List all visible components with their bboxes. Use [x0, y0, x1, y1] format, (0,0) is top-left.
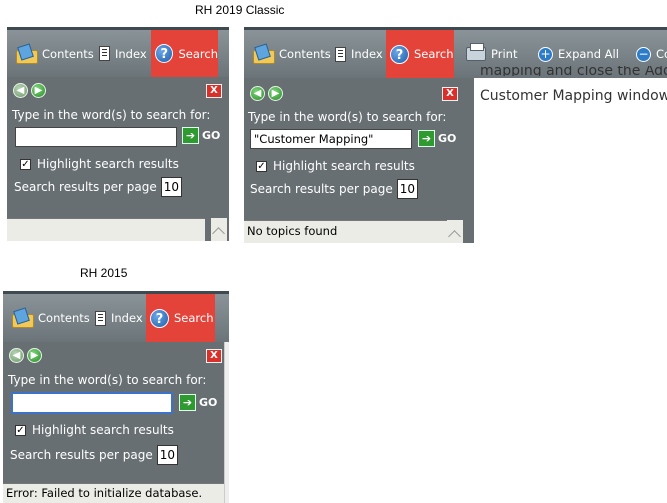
- collapse-all-label: Co: [656, 47, 667, 61]
- go-arrow-icon: ➔: [418, 130, 435, 147]
- tab-contents-label: Contents: [279, 47, 331, 61]
- search-input[interactable]: [15, 127, 177, 147]
- tab-contents[interactable]: Contents: [7, 294, 94, 342]
- print-label: Print: [491, 47, 518, 61]
- plus-circle-icon: +: [538, 46, 553, 62]
- search-prompt: Type in the word(s) to search for:: [12, 108, 211, 122]
- per-page-input[interactable]: 10: [396, 179, 419, 199]
- tab-search[interactable]: ? Search: [146, 294, 215, 342]
- close-icon[interactable]: X: [206, 84, 222, 98]
- per-page-label: Search results per page: [250, 182, 393, 196]
- search-panel-classic-empty: Contents Index ? Search ◀ ▶ X Type in th…: [7, 27, 229, 241]
- search-body: ◀ ▶ X Type in the word(s) to search for:…: [244, 78, 474, 243]
- search-panel-classic-query: Contents Index ? Search ◀ ▶ X Type in th…: [244, 27, 474, 243]
- index-list-icon: [95, 310, 106, 326]
- tab-index-label: Index: [115, 46, 147, 61]
- go-arrow-icon: ➔: [179, 394, 196, 411]
- panel-scrollbar[interactable]: [224, 342, 229, 503]
- back-arrow-icon[interactable]: ◀: [250, 86, 265, 101]
- results-per-page: Search results per page 10: [250, 179, 419, 199]
- nav-row: ◀ ▶: [250, 86, 283, 101]
- results-area: Error: Failed to initialize database.: [3, 483, 224, 503]
- go-label: GO: [202, 129, 221, 142]
- per-page-label: Search results per page: [10, 448, 153, 462]
- go-button[interactable]: ➔ GO: [182, 127, 220, 144]
- tab-bar: Contents Index ? Search: [244, 27, 474, 78]
- search-prompt: Type in the word(s) to search for:: [8, 373, 207, 387]
- nav-row: ◀ ▶: [13, 83, 46, 98]
- search-body: ◀ ▶ X Type in the word(s) to search for:…: [3, 342, 229, 503]
- nav-row: ◀ ▶: [9, 348, 42, 363]
- results-scrollbar[interactable]: [211, 218, 227, 241]
- tab-index[interactable]: Index: [333, 30, 389, 78]
- tab-search[interactable]: ? Search: [151, 30, 218, 77]
- per-page-label: Search results per page: [14, 180, 157, 194]
- contents-book-icon: [11, 309, 34, 328]
- help-question-icon: ?: [390, 44, 409, 64]
- highlight-label: Highlight search results: [32, 423, 174, 437]
- highlight-checkbox[interactable]: ✓ Highlight search results: [15, 423, 174, 437]
- search-panel-rh2015: Contents Index ? Search ◀ ▶ X Type in th…: [3, 291, 229, 503]
- tab-search-label: Search: [174, 311, 214, 325]
- tab-index-label: Index: [351, 47, 383, 61]
- contents-book-icon: [15, 45, 38, 64]
- close-icon[interactable]: X: [442, 87, 458, 101]
- highlight-checkbox[interactable]: ✓ Highlight search results: [20, 157, 179, 171]
- go-label: GO: [438, 132, 457, 145]
- checkbox-checked-icon: ✓: [256, 160, 267, 172]
- results-per-page: Search results per page 10: [14, 177, 183, 197]
- results-per-page: Search results per page 10: [10, 445, 179, 465]
- expand-all-label: Expand All: [558, 47, 619, 61]
- tab-index[interactable]: Index: [97, 30, 152, 77]
- caption-rh2015: RH 2015: [80, 266, 128, 280]
- doc-text-line-2: Customer Mapping window.: [480, 88, 667, 104]
- search-input[interactable]: [11, 392, 173, 414]
- help-question-icon: ?: [155, 44, 174, 63]
- index-list-icon: [335, 46, 346, 62]
- search-body: ◀ ▶ X Type in the word(s) to search for:…: [7, 77, 229, 241]
- tab-index[interactable]: Index: [93, 294, 148, 342]
- minus-circle-icon: −: [636, 46, 651, 62]
- tab-contents[interactable]: Contents: [11, 30, 97, 77]
- back-arrow-icon[interactable]: ◀: [13, 83, 28, 98]
- tab-contents-label: Contents: [38, 311, 90, 325]
- go-button[interactable]: ➔ GO: [418, 130, 456, 147]
- per-page-input[interactable]: 10: [156, 445, 179, 465]
- tab-search-label: Search: [178, 46, 218, 61]
- results-area: [7, 218, 205, 241]
- tab-index-label: Index: [111, 311, 143, 325]
- tab-contents[interactable]: Contents: [248, 30, 336, 78]
- scroll-up-icon[interactable]: [448, 230, 461, 243]
- contents-book-icon: [252, 45, 275, 64]
- tab-bar: Contents Index ? Search: [7, 27, 229, 77]
- checkbox-checked-icon: ✓: [15, 424, 26, 436]
- caption-rh2019-classic: RH 2019 Classic: [195, 3, 285, 17]
- results-area: No topics found: [244, 220, 447, 243]
- close-icon[interactable]: X: [206, 349, 222, 363]
- tab-bar: Contents Index ? Search: [3, 291, 229, 342]
- forward-arrow-icon[interactable]: ▶: [31, 83, 46, 98]
- highlight-checkbox[interactable]: ✓ Highlight search results: [256, 159, 415, 173]
- go-label: GO: [199, 396, 218, 409]
- results-scrollbar[interactable]: [447, 220, 463, 243]
- printer-icon: [466, 43, 486, 61]
- search-input[interactable]: "Customer Mapping": [250, 129, 412, 149]
- checkbox-checked-icon: ✓: [20, 158, 31, 170]
- per-page-input[interactable]: 10: [160, 177, 183, 197]
- forward-arrow-icon[interactable]: ▶: [27, 348, 42, 363]
- back-arrow-icon[interactable]: ◀: [9, 348, 24, 363]
- highlight-label: Highlight search results: [273, 159, 415, 173]
- index-list-icon: [99, 46, 110, 61]
- forward-arrow-icon[interactable]: ▶: [268, 86, 283, 101]
- tab-contents-label: Contents: [42, 46, 94, 61]
- scroll-up-icon[interactable]: [212, 227, 225, 240]
- tab-search-label: Search: [414, 47, 454, 61]
- go-button[interactable]: ➔ GO: [179, 394, 217, 411]
- highlight-label: Highlight search results: [37, 157, 179, 171]
- search-prompt: Type in the word(s) to search for:: [248, 110, 447, 124]
- help-question-icon: ?: [150, 308, 169, 328]
- go-arrow-icon: ➔: [182, 127, 199, 144]
- tab-search[interactable]: ? Search: [386, 30, 454, 78]
